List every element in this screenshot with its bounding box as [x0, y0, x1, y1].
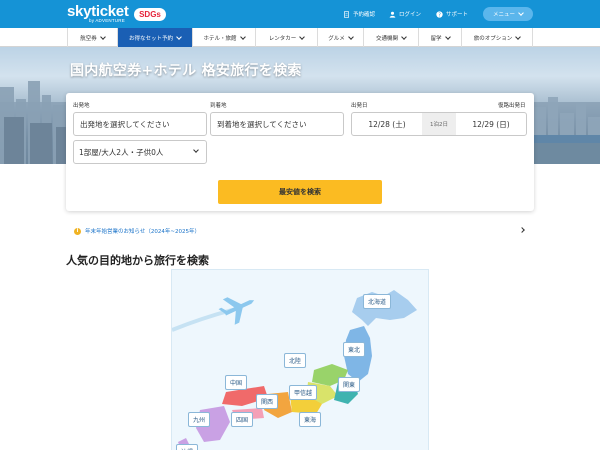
chevron-down-icon	[444, 33, 451, 40]
chevron-right-icon[interactable]	[519, 227, 525, 233]
user-icon	[389, 11, 396, 18]
return-date-label: 復路出発日	[498, 103, 526, 109]
chevron-down-icon	[193, 147, 199, 153]
nav-item-gourmet[interactable]: グルメ	[318, 28, 364, 47]
region-label-chugoku[interactable]: 中国	[225, 375, 248, 390]
destination-placeholder: 到着地を選択してください	[217, 119, 307, 129]
region-label-kyushu[interactable]: 九州	[188, 412, 211, 427]
notice-link[interactable]: i 年末年始営業のお知らせ（2024年~2025年）	[74, 227, 200, 235]
chevron-down-icon	[401, 33, 407, 40]
reservation-link-label: 予約確認	[353, 12, 376, 18]
menu-button[interactable]: メニュー	[483, 7, 533, 21]
nav-item-transport[interactable]: 交通機関	[364, 28, 419, 47]
region-label-kansai[interactable]: 関西	[256, 394, 279, 409]
menu-button-label: メニュー	[492, 12, 515, 18]
region-label-shikoku[interactable]: 四国	[231, 412, 254, 427]
rooms-guests-select[interactable]: 1部屋/大人2人・子供0人	[73, 140, 207, 164]
search-button[interactable]: 最安値を検索	[218, 180, 382, 204]
nav-item-label: レンタカー	[268, 35, 297, 42]
section-title: 人気の目的地から旅行を検索	[66, 254, 209, 267]
airplane-icon	[218, 297, 255, 325]
nav-item-label: 旅のオプション	[473, 35, 513, 42]
depart-date[interactable]: 12/28 (土)	[352, 113, 422, 135]
region-label-tokai[interactable]: 東海	[299, 412, 322, 427]
chevron-down-icon	[99, 33, 106, 40]
nav-item-label: 交通機関	[375, 35, 398, 42]
destination-label: 到着地	[210, 103, 227, 109]
top-header: skyticket by ADVENTURE SDGs 予約確認 ログイン ? …	[0, 0, 600, 28]
info-icon: i	[74, 227, 81, 235]
destination-field[interactable]: 到着地を選択してください	[210, 112, 344, 136]
nav-item-rental-car[interactable]: レンタカー	[256, 28, 318, 47]
rooms-guests-value: 1部屋/大人2人・子供0人	[79, 147, 164, 157]
nav-item-hotels[interactable]: ホテル・旅館	[193, 28, 256, 47]
nav-item-label: お得なセット予約	[128, 35, 173, 42]
site-logo[interactable]: skyticket by ADVENTURE	[67, 3, 129, 23]
nav-item-label: 航空券	[80, 35, 97, 42]
flight-trail	[172, 308, 233, 332]
nav-item-label: ホテル・旅館	[203, 35, 237, 42]
region-label-kanto[interactable]: 関東	[338, 377, 361, 392]
nav-item-travel-options[interactable]: 旅のオプション	[462, 28, 533, 47]
chevron-down-icon	[518, 10, 524, 16]
logo-text: skyticket	[67, 3, 129, 20]
login-link[interactable]: ログイン	[389, 10, 421, 18]
date-range-picker[interactable]: 12/28 (土) 1泊2日 12/29 (日)	[351, 112, 527, 136]
return-date[interactable]: 12/29 (日)	[456, 113, 526, 135]
chevron-down-icon	[176, 33, 182, 40]
nav-item-study-abroad[interactable]: 留学	[419, 28, 462, 47]
reservation-link[interactable]: 予約確認	[343, 10, 375, 18]
origin-label: 出発地	[73, 103, 90, 109]
logo-subtext: by ADVENTURE	[89, 18, 125, 23]
japan-map: 北海道 東北 北陸 中国 甲信越 関東 関西 九州 四国 東海 沖縄	[171, 269, 429, 450]
origin-placeholder: 出発地を選択してください	[80, 119, 170, 129]
nav-item-flights[interactable]: 航空券	[67, 28, 118, 47]
sdgs-badge[interactable]: SDGs	[134, 8, 166, 21]
chevron-down-icon	[515, 33, 522, 40]
support-link-label: サポート	[446, 12, 469, 18]
depart-date-label: 出発日	[351, 103, 368, 109]
region-label-okinawa[interactable]: 沖縄	[176, 444, 199, 450]
nav-item-set-booking[interactable]: お得なセット予約	[118, 28, 193, 47]
origin-field[interactable]: 出発地を選択してください	[73, 112, 207, 136]
region-label-tohoku[interactable]: 東北	[343, 342, 366, 357]
notice-text: 年末年始営業のお知らせ（2024年~2025年）	[85, 229, 200, 235]
category-nav: 航空券 お得なセット予約 ホテル・旅館 レンタカー グルメ 交通機関 留学 旅の…	[0, 28, 600, 47]
help-icon: ?	[436, 10, 443, 18]
chevron-down-icon	[347, 33, 354, 40]
nights-count: 1泊2日	[422, 113, 456, 135]
document-icon	[344, 10, 349, 18]
hero-title: 国内航空券+ホテル 格安旅行を検索	[70, 63, 302, 79]
region-label-hokuriku[interactable]: 北陸	[284, 353, 307, 368]
chevron-down-icon	[299, 33, 306, 40]
region-label-hokkaido[interactable]: 北海道	[363, 294, 392, 309]
region-label-koshinetsu[interactable]: 甲信越	[289, 385, 318, 400]
support-link[interactable]: ? サポート	[436, 10, 468, 18]
login-link-label: ログイン	[399, 12, 422, 18]
nav-item-label: 留学	[430, 35, 442, 42]
svg-text:?: ?	[438, 12, 441, 18]
nav-item-label: グルメ	[328, 35, 345, 42]
search-form: 出発地 出発地を選択してください 到着地 到着地を選択してください 出発日 復路…	[66, 93, 534, 211]
chevron-down-icon	[239, 33, 246, 40]
